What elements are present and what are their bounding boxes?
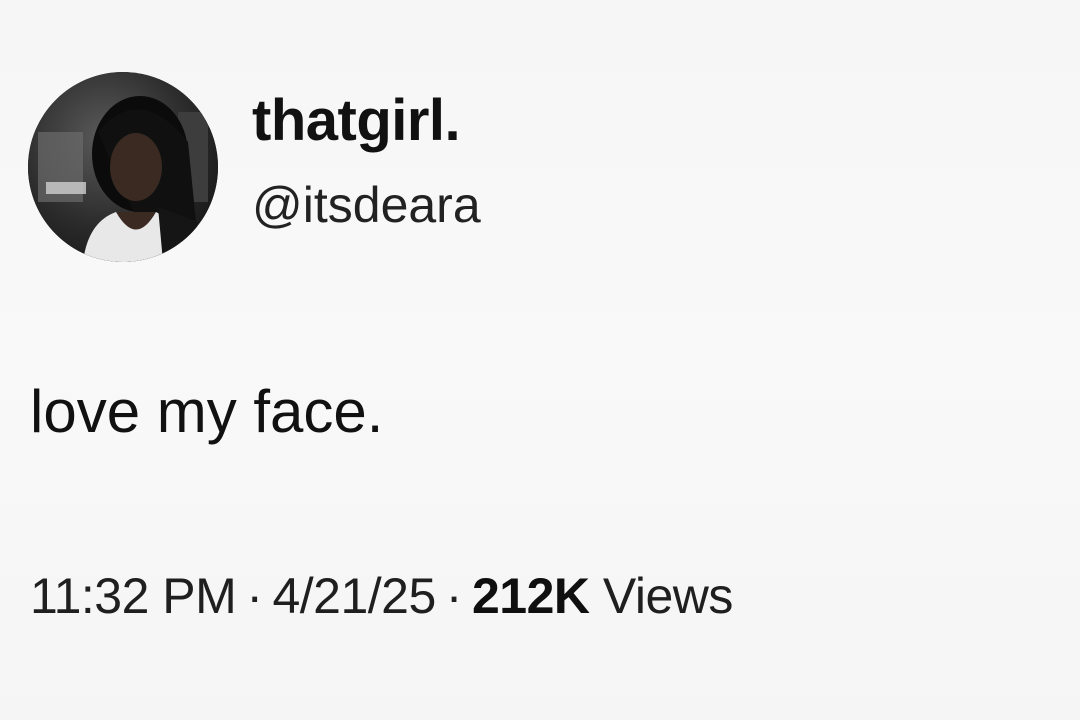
avatar[interactable] [28, 72, 218, 262]
tweet-text: love my face. [30, 378, 384, 445]
views-count[interactable]: 212K [472, 568, 590, 624]
display-name[interactable]: thatgirl. [252, 92, 461, 150]
tweet-date[interactable]: 4/21/25 [272, 568, 436, 624]
separator-dot: · [246, 568, 263, 624]
separator-dot: · [445, 568, 463, 624]
tweet-meta: 11:32 PM · 4/21/25 · 212K Views [30, 571, 733, 621]
tweet-time[interactable]: 11:32 PM [30, 568, 237, 624]
views-label: Views [602, 568, 733, 624]
profile-photo [28, 72, 218, 262]
tweet-card: thatgirl. @itsdeara love my face. 11:32 … [0, 0, 1080, 720]
user-handle[interactable]: @itsdeara [252, 180, 481, 230]
